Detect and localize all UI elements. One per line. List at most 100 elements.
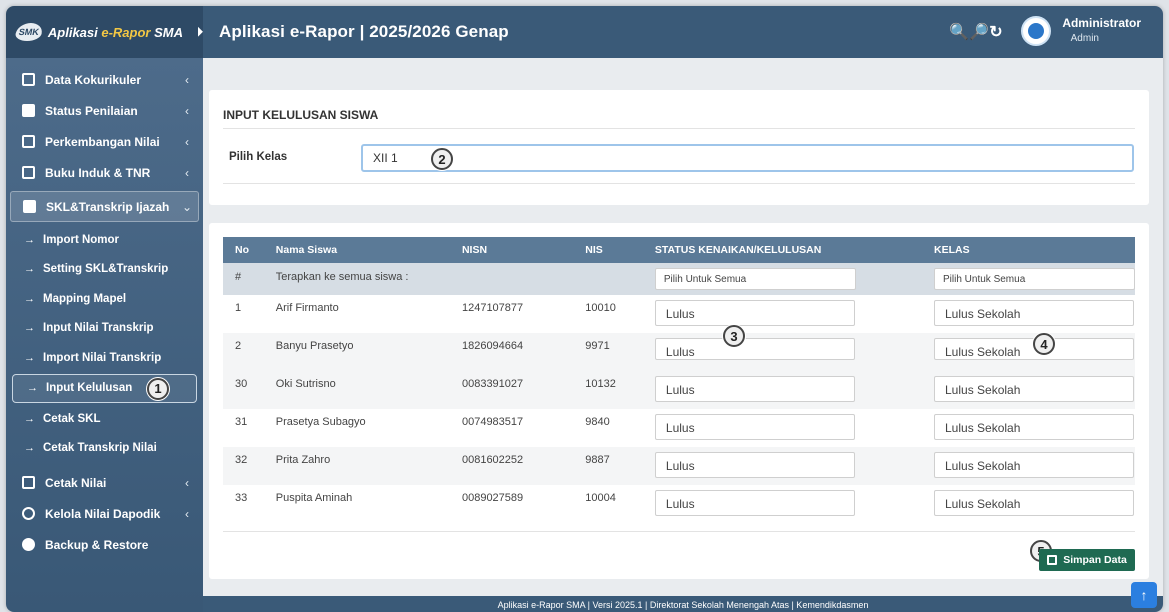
apply-kelas-select[interactable]: Pilih Untuk Semua <box>934 268 1135 290</box>
status-select[interactable]: Lulus <box>654 452 855 478</box>
row-nis: 9971 <box>573 333 643 371</box>
sidebar-item-label: Kelola Nilai Dapodik <box>45 506 161 521</box>
kelas-status-select[interactable]: Lulus Sekolah <box>934 376 1134 402</box>
sidebar-item-label: Backup & Restore <box>45 537 149 552</box>
row-nisn: 0089027589 <box>461 492 524 504</box>
table-row: 2 Banyu Prasetyo 1826094664 9971 Lulus L… <box>223 333 1135 371</box>
status-select[interactable]: Lulus <box>654 376 855 402</box>
sidebar-item-label: Perkembangan Nilai <box>45 134 160 149</box>
zoom-in-icon[interactable]: 🔍 <box>949 22 969 42</box>
chevron-left-icon: ‹ <box>185 506 189 521</box>
sidebar-item-buku-induk[interactable]: Buku Induk & TNR ‹ <box>10 157 199 188</box>
kelas-status-select[interactable]: Lulus Sekolah <box>934 452 1134 478</box>
page-header-title: Aplikasi e-Rapor | 2025/2026 Genap <box>219 22 509 41</box>
subitem-label: Input Kelulusan <box>46 382 133 395</box>
subitem-import-nilai-transkrip[interactable]: → Import Nilai Transkrip <box>10 343 199 373</box>
zoom-out-icon[interactable]: 🔎 <box>969 22 989 42</box>
main-content: INPUT KELULUSAN SISWA Pilih Kelas XII 1 … <box>203 58 1163 612</box>
sidebar-item-kelola-dapodik[interactable]: Kelola Nilai Dapodik ‹ <box>10 498 199 529</box>
kelas-status-select[interactable]: Lulus Sekolah <box>934 300 1134 326</box>
row-nama: Puspita Aminah <box>275 492 353 504</box>
row-no: 32 <box>223 447 264 485</box>
col-status: STATUS KENAIKAN/KELULUSAN <box>642 237 922 263</box>
subitem-label: Import Nilai Transkrip <box>43 351 162 364</box>
sidebar-item-data-kokurikuler[interactable]: Data Kokurikuler ‹ <box>10 64 199 95</box>
subitem-label: Setting SKL&Transkrip <box>43 263 169 276</box>
page-title: INPUT KELULUSAN SISWA <box>223 108 379 122</box>
bar-chart-icon <box>22 135 35 148</box>
status-select[interactable]: Lulus <box>654 338 855 360</box>
sidebar-item-skl-transkrip[interactable]: SKL&Transkrip Ijazah ⌄ <box>10 191 199 222</box>
clipboard-icon <box>22 73 35 86</box>
book-icon <box>22 166 35 179</box>
brand-name-prefix: Aplikasi <box>47 24 102 40</box>
database-icon <box>22 507 35 520</box>
subitem-setting-skl[interactable]: → Setting SKL&Transkrip <box>10 255 199 285</box>
subitem-input-kelulusan[interactable]: → Input Kelulusan 1 <box>12 373 197 403</box>
reset-zoom-icon[interactable]: ↻ <box>989 22 1003 42</box>
sidebar-item-status-penilaian[interactable]: Status Penilaian ‹ <box>10 95 199 126</box>
sidebar-item-label: Status Penilaian <box>45 103 138 118</box>
apply-status-select[interactable]: Pilih Untuk Semua <box>654 268 856 290</box>
scroll-to-top-button[interactable]: ↑ <box>1131 582 1157 608</box>
kelas-status-select[interactable]: Lulus Sekolah <box>934 414 1134 440</box>
brand-bar: SMK Aplikasi e-Rapor SMA ⏵ <box>6 6 203 58</box>
table-header-row: No Nama Siswa NISN NIS STATUS KENAIKAN/K… <box>223 237 1135 263</box>
row-nama: Prita Zahro <box>263 447 450 485</box>
row-status-cell: Lulus <box>643 485 922 523</box>
status-select[interactable]: Lulus <box>654 414 855 440</box>
user-logo-icon <box>1028 23 1044 39</box>
avatar[interactable] <box>1021 16 1051 46</box>
row-nis: 10132 <box>573 371 643 409</box>
chevron-left-icon: ‹ <box>185 165 189 180</box>
subitem-label: Input Nilai Transkrip <box>43 322 154 335</box>
kelas-status-select[interactable]: Lulus Sekolah <box>934 490 1134 516</box>
apply-all-row: # Terapkan ke semua siswa : Pilih Untuk … <box>223 263 1135 295</box>
row-nisn: 0083391027 <box>449 371 574 409</box>
brand-logo: SMK <box>14 23 44 41</box>
row-nama: Banyu Prasetyo <box>263 333 450 371</box>
subitem-import-nomor[interactable]: → Import Nomor <box>10 225 199 255</box>
brand-name[interactable]: Aplikasi e-Rapor SMA <box>48 25 183 40</box>
chevron-left-icon: ‹ <box>185 103 189 118</box>
row-nisn: 0074983517 <box>461 416 524 428</box>
row-nisn: 1247107877 <box>461 302 524 314</box>
arrow-right-icon: → <box>24 233 35 246</box>
footer: Aplikasi e-Rapor SMA | Versi 2025.1 | Di… <box>203 596 1163 612</box>
row-kelas-cell: Lulus Sekolah <box>922 485 1135 523</box>
top-header: Aplikasi e-Rapor | 2025/2026 Genap 🔍 🔎 ↻… <box>203 6 1163 58</box>
arrow-right-icon: → <box>24 322 35 335</box>
sidebar-item-backup-restore[interactable]: Backup & Restore <box>10 529 199 560</box>
row-nama: Prasetya Subagyo <box>275 416 366 428</box>
row-nama: Oki Sutrisno <box>263 371 450 409</box>
col-nis: NIS <box>573 237 643 263</box>
row-no: 2 <box>223 333 264 371</box>
table-row: 1 Arif Firmanto 1247107877 10010 Lulus L… <box>223 295 1135 333</box>
row-status-cell: Lulus <box>642 371 922 409</box>
user-role: Admin <box>1070 33 1099 44</box>
sidebar-item-cetak-nilai[interactable]: Cetak Nilai ‹ <box>10 467 199 498</box>
callout-badge: 2 <box>431 148 453 170</box>
sidebar-item-perkembangan-nilai[interactable]: Perkembangan Nilai ‹ <box>10 126 199 157</box>
col-kelas: KELAS <box>922 237 1135 263</box>
status-select[interactable]: Lulus <box>654 300 855 326</box>
subitem-cetak-transkrip[interactable]: → Cetak Transkrip Nilai <box>10 434 199 464</box>
chart-line-icon <box>22 104 35 117</box>
subitem-input-nilai-transkrip[interactable]: → Input Nilai Transkrip <box>10 314 199 344</box>
kelulusan-table-card: No Nama Siswa NISN NIS STATUS KENAIKAN/K… <box>209 223 1149 579</box>
save-icon <box>1047 555 1058 565</box>
table-row: 30 Oki Sutrisno 0083391027 10132 Lulus L… <box>223 371 1135 409</box>
sidebar-item-label: Buku Induk & TNR <box>45 165 151 180</box>
user-name[interactable]: Administrator <box>1062 16 1141 30</box>
subitem-cetak-skl[interactable]: → Cetak SKL <box>10 404 199 434</box>
apply-status-cell: Pilih Untuk Semua <box>642 263 922 295</box>
kelulusan-table: No Nama Siswa NISN NIS STATUS KENAIKAN/K… <box>223 237 1135 523</box>
row-status-cell: Lulus <box>643 295 922 333</box>
subitem-mapping-mapel[interactable]: → Mapping Mapel <box>10 284 199 314</box>
kelas-select[interactable]: XII 1 <box>361 144 1134 172</box>
save-button[interactable]: Simpan Data <box>1039 549 1135 571</box>
row-kelas-cell: Lulus Sekolah <box>922 409 1135 447</box>
arrow-right-icon: → <box>24 263 35 276</box>
divider <box>223 183 1135 184</box>
status-select[interactable]: Lulus <box>654 490 855 516</box>
